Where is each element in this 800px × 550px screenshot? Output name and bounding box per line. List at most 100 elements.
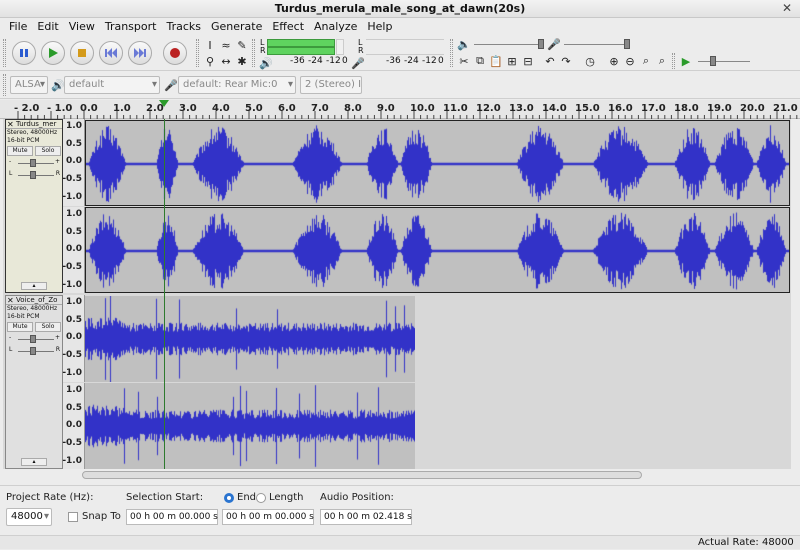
redo-icon[interactable]: ↷: [558, 53, 574, 69]
cut-icon[interactable]: ✂: [456, 53, 472, 69]
track-name-button[interactable]: ✕ Voice_of_Zo: [6, 296, 62, 305]
zoom-out-icon[interactable]: ⊖: [622, 53, 638, 69]
sync-lock-icon[interactable]: ◷: [582, 53, 598, 69]
playback-meter-left: [267, 39, 335, 47]
copy-icon[interactable]: ⧉: [472, 53, 488, 69]
track-close-icon[interactable]: ✕: [7, 120, 14, 128]
toolbar-grip[interactable]: [672, 53, 675, 69]
selection-start-label: Selection Start:: [126, 492, 204, 503]
audio-host-select[interactable]: ALSA ▾: [10, 76, 48, 94]
mute-button[interactable]: Mute: [7, 322, 33, 332]
toolbar-grip[interactable]: [3, 74, 6, 96]
toolbar-grip[interactable]: [252, 39, 255, 67]
audio-position-field[interactable]: 00 h 00 m 02.418 s: [320, 509, 412, 525]
skip-start-button[interactable]: [99, 41, 123, 65]
project-rate-select[interactable]: 48000 ▾: [6, 508, 52, 526]
waveform-channel[interactable]: [85, 207, 790, 293]
menu-view[interactable]: View: [64, 18, 100, 35]
toolbar-grip[interactable]: [196, 39, 199, 67]
multi-tool-icon[interactable]: ✱: [234, 53, 250, 69]
play-speed-slider[interactable]: [698, 61, 750, 62]
track-format-info: Stereo, 48000Hz: [7, 305, 58, 312]
stop-icon: [78, 49, 86, 57]
snap-to-checkbox[interactable]: [68, 512, 78, 522]
end-radio[interactable]: [224, 493, 234, 503]
toolbar-grip[interactable]: [450, 39, 453, 67]
pan-slider[interactable]: LR: [6, 345, 62, 357]
menu-generate[interactable]: Generate: [206, 18, 267, 35]
record-button[interactable]: [163, 41, 187, 65]
horizontal-scrollbar[interactable]: [82, 471, 642, 479]
solo-button[interactable]: Solo: [35, 146, 61, 156]
input-channels-select[interactable]: 2 (Stereo) I: [300, 76, 362, 94]
menu-effect[interactable]: Effect: [267, 18, 309, 35]
timeline-ruler[interactable]: - 2.0- 1.0 0.0 1.0 2.0 3.0 4.0 5.0 6.0 7.0 8.0 9.0…: [0, 100, 800, 119]
selection-tool-icon[interactable]: I: [202, 37, 218, 53]
vertical-ruler[interactable]: 1.0 0.5 0.0 -0.5 -1.0: [62, 119, 85, 206]
input-device-select[interactable]: default: Rear Mic:0 ▾: [178, 76, 296, 94]
meter-scale-0: 0: [342, 56, 348, 66]
ruler-tick-label: 9.0: [377, 103, 395, 114]
speaker-icon[interactable]: 🔊: [258, 55, 274, 71]
solo-button[interactable]: Solo: [35, 322, 61, 332]
waveform-channel[interactable]: [85, 296, 415, 382]
silence-icon[interactable]: ⊟: [520, 53, 536, 69]
mute-button[interactable]: Mute: [7, 146, 33, 156]
menu-bar: File Edit View Transport Tracks Generate…: [0, 18, 800, 35]
paste-icon[interactable]: 📋: [488, 53, 504, 69]
collapse-track-button[interactable]: ▴: [21, 282, 47, 290]
track-control-panel: ✕ Voice_of_Zo Stereo, 48000Hz 16-bit PCM …: [5, 295, 63, 469]
microphone-icon[interactable]: 🎤: [350, 55, 366, 71]
envelope-tool-icon[interactable]: ≈: [218, 37, 234, 53]
menu-transport[interactable]: Transport: [100, 18, 162, 35]
zoom-tool-icon[interactable]: ⚲: [202, 53, 218, 69]
vertical-ruler[interactable]: 1.0 0.5 0.0 -0.5 -1.0: [62, 383, 85, 469]
waveform-channel[interactable]: [85, 120, 790, 206]
vertical-ruler[interactable]: 1.0 0.5 0.0 -0.5 -1.0: [62, 295, 85, 382]
menu-tracks[interactable]: Tracks: [161, 18, 206, 35]
toolbar-grip[interactable]: [3, 39, 6, 67]
skip-end-button[interactable]: [128, 41, 152, 65]
tracks-area: ✕ Turdus_mer Stereo, 48000Hz 16-bit PCM M…: [3, 119, 791, 469]
play-icon: [49, 48, 58, 58]
meter-scale-24: -24: [308, 56, 323, 66]
stop-button[interactable]: [70, 41, 94, 65]
length-radio[interactable]: [256, 493, 266, 503]
zoom-in-icon[interactable]: ⊕: [606, 53, 622, 69]
window-title: Turdus_merula_male_song_at_dawn(20s): [274, 2, 526, 15]
track-close-icon[interactable]: ✕: [7, 296, 14, 304]
selection-start-field[interactable]: 00 h 00 m 00.000 s: [126, 509, 218, 525]
draw-tool-icon[interactable]: ✎: [234, 37, 250, 53]
timeshift-tool-icon[interactable]: ↔: [218, 53, 234, 69]
menu-analyze[interactable]: Analyze: [309, 18, 362, 35]
playhead-marker-icon[interactable]: [158, 100, 169, 108]
playback-volume-icon: 🔈: [457, 37, 471, 51]
collapse-track-button[interactable]: ▴: [21, 458, 47, 466]
play-at-speed-icon[interactable]: ▶: [678, 53, 694, 69]
vertical-ruler[interactable]: 1.0 0.5 0.0 -0.5 -1.0: [62, 207, 85, 293]
ruler-tick-label: 17.0: [641, 103, 666, 114]
record-volume-slider[interactable]: [564, 44, 628, 45]
record-meter[interactable]: [366, 39, 444, 55]
pan-slider[interactable]: LR: [6, 169, 62, 181]
close-icon[interactable]: ✕: [780, 2, 794, 16]
selection-end-field[interactable]: 00 h 00 m 00.000 s: [222, 509, 314, 525]
undo-icon[interactable]: ↶: [542, 53, 558, 69]
fit-project-icon[interactable]: ⌕: [654, 53, 670, 69]
play-button[interactable]: [41, 41, 65, 65]
menu-file[interactable]: File: [4, 18, 32, 35]
trim-icon[interactable]: ⊞: [504, 53, 520, 69]
device-toolbar: ALSA ▾ 🔊 default ▾ 🎤 default: Rear Mic:0 ▾ …: [0, 71, 800, 99]
gain-slider[interactable]: - +: [6, 157, 62, 169]
gain-slider[interactable]: - +: [6, 333, 62, 345]
waveform-channel[interactable]: [85, 383, 415, 469]
fit-selection-icon[interactable]: ⌕: [638, 53, 654, 69]
ruler-tick-label: 20.0: [740, 103, 765, 114]
output-device-select[interactable]: default ▾: [64, 76, 160, 94]
playback-volume-slider[interactable]: [474, 44, 542, 45]
record-volume-icon: 🎤: [547, 37, 561, 51]
track-name-button[interactable]: ✕ Turdus_mer: [6, 120, 62, 129]
menu-help[interactable]: Help: [362, 18, 397, 35]
pause-button[interactable]: [12, 41, 36, 65]
menu-edit[interactable]: Edit: [32, 18, 63, 35]
